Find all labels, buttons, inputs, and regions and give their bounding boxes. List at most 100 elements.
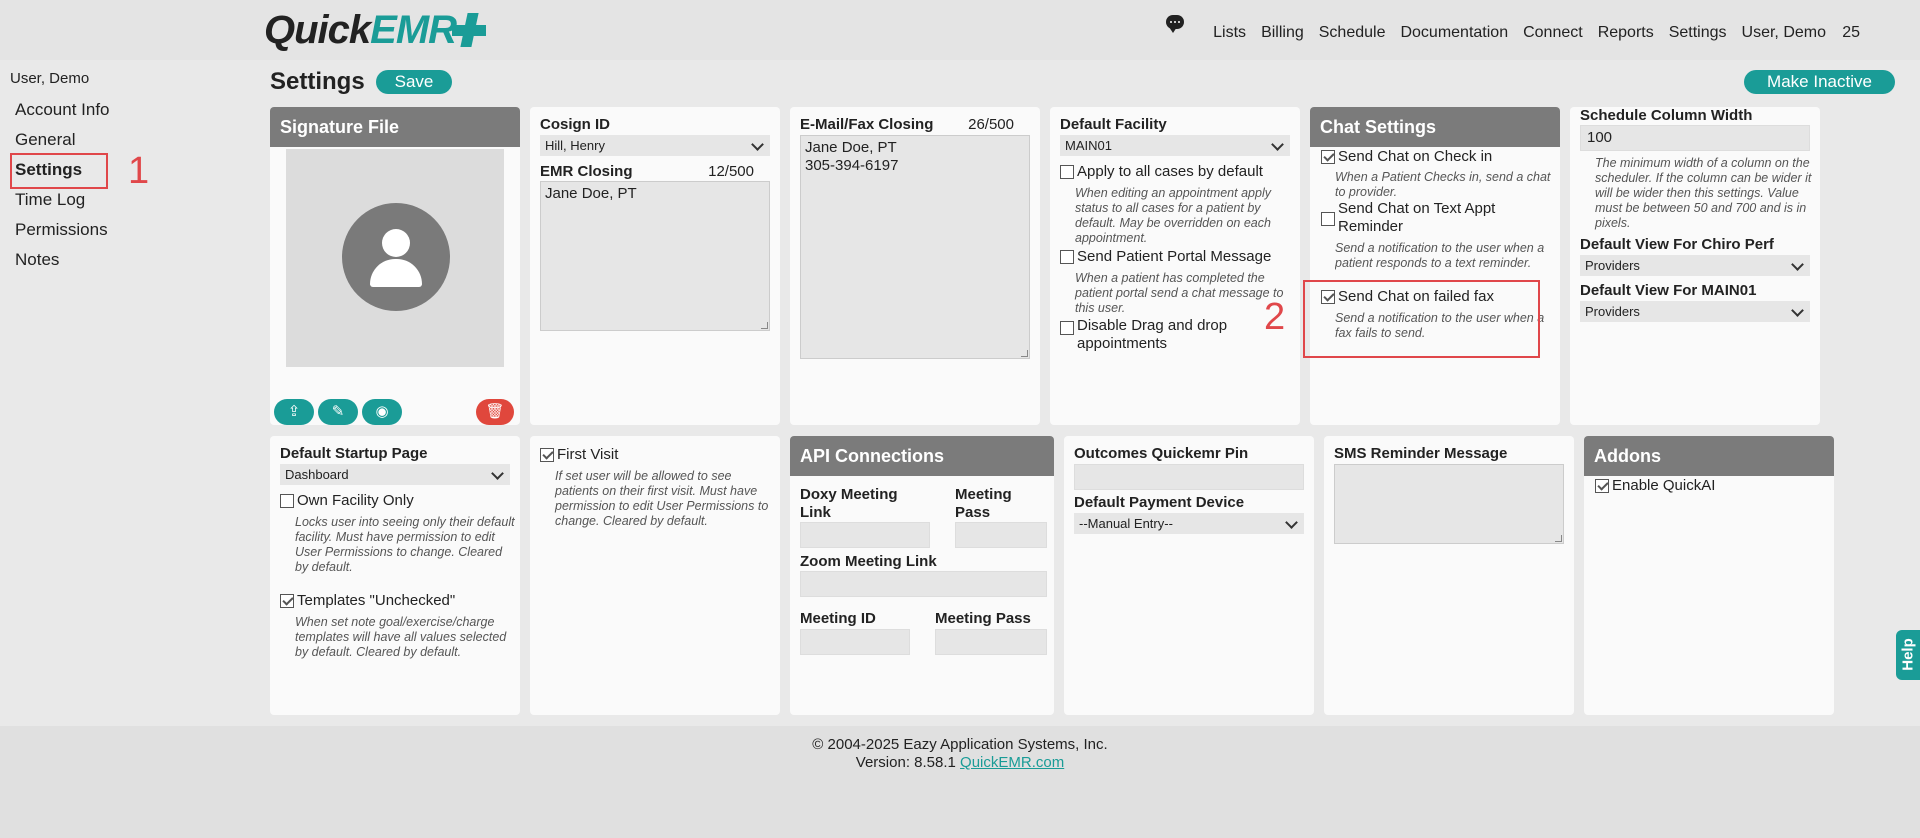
- chat-on-checkin-hint: When a Patient Checks in, send a chat to…: [1335, 170, 1551, 199]
- send-portal-message-hint: When a patient has completed the patient…: [1075, 271, 1284, 315]
- default-facility-select[interactable]: MAIN01: [1060, 135, 1290, 156]
- meeting-pass-input[interactable]: [935, 629, 1047, 655]
- cosign-panel: Cosign ID Hill, Henry EMR Closing 12/500…: [530, 107, 780, 425]
- sidebar-item-account-info[interactable]: Account Info: [15, 100, 110, 130]
- help-label: Help: [1899, 638, 1917, 671]
- email-fax-closing-count: 26/500: [968, 116, 1014, 133]
- disable-drag-drop-label: Disable Drag and drop appointments: [1077, 317, 1228, 352]
- payment-device-select[interactable]: --Manual Entry--: [1074, 513, 1304, 534]
- meeting-id-label: Meeting ID: [800, 610, 876, 627]
- nav-count-badge[interactable]: 25: [1842, 24, 1860, 42]
- logo-plus-icon: [452, 13, 487, 47]
- api-connections-panel: API Connections Doxy Meeting Link Meetin…: [790, 436, 1054, 715]
- chiro-perf-view-label: Default View For Chiro Perf: [1580, 236, 1774, 253]
- sms-reminder-textarea[interactable]: [1334, 464, 1564, 544]
- save-button[interactable]: Save: [376, 70, 452, 94]
- default-startup-page-select[interactable]: Dashboard: [280, 464, 510, 485]
- sms-reminder-label: SMS Reminder Message: [1334, 445, 1508, 462]
- chat-on-text-reminder-hint: Send a notification to the user when a p…: [1335, 241, 1545, 270]
- startup-panel: Default Startup Page Dashboard Own Facil…: [270, 436, 520, 715]
- enable-quickai-label: Enable QuickAI: [1612, 477, 1716, 494]
- upload-signature-button[interactable]: ⇪: [274, 399, 314, 425]
- schedule-column-width-label: Schedule Column Width: [1580, 107, 1753, 124]
- nav-connect[interactable]: Connect: [1523, 24, 1583, 42]
- templates-unchecked-hint: When set note goal/exercise/charge templ…: [295, 615, 507, 659]
- sidebar-item-permissions[interactable]: Permissions: [15, 220, 110, 250]
- sidebar-item-time-log[interactable]: Time Log: [15, 190, 110, 220]
- nav-settings[interactable]: Settings: [1669, 24, 1727, 42]
- schedule-column-width-hint: The minimum width of a column on the sch…: [1595, 156, 1812, 230]
- nav-reports[interactable]: Reports: [1598, 24, 1654, 42]
- schedule-column-width-input[interactable]: 100: [1580, 125, 1810, 151]
- first-visit-hint: If set user will be allowed to see patie…: [555, 469, 769, 528]
- footer-version-line: Version: 8.58.1 QuickEMR.com: [0, 754, 1920, 771]
- sidebar-user-name: User, Demo: [10, 70, 90, 87]
- page-title: Settings: [270, 68, 365, 95]
- sidebar-menu: Account Info General Settings Time Log P…: [15, 100, 110, 280]
- disable-drag-drop-checkbox[interactable]: [1060, 321, 1074, 335]
- delete-signature-button[interactable]: 🗑: [476, 399, 514, 425]
- apply-all-cases-label: Apply to all cases by default: [1077, 163, 1263, 180]
- default-facility-label: Default Facility: [1060, 116, 1167, 133]
- email-fax-closing-textarea[interactable]: Jane Doe, PT 305-394-6197: [800, 135, 1030, 359]
- emr-closing-textarea[interactable]: Jane Doe, PT: [540, 181, 770, 331]
- main01-view-select[interactable]: Providers: [1580, 301, 1810, 322]
- email-fax-closing-label: E-Mail/Fax Closing: [800, 116, 934, 133]
- cosign-select[interactable]: Hill, Henry: [540, 135, 770, 156]
- templates-unchecked-label: Templates "Unchecked": [297, 592, 456, 609]
- signature-panel-title: Signature File: [270, 107, 520, 147]
- meeting-pass-label: Meeting Pass: [935, 610, 1031, 627]
- send-portal-message-label: Send Patient Portal Message: [1077, 248, 1272, 265]
- chat-on-checkin-checkbox[interactable]: [1321, 150, 1335, 164]
- annotation-number-1: 1: [128, 150, 150, 192]
- signature-panel: Signature File ⇪ ✎ ◉ 🗑: [270, 107, 520, 425]
- footer-copyright: © 2004-2025 Eazy Application Systems, In…: [812, 736, 1108, 753]
- chat-on-checkin-label: Send Chat on Check in: [1338, 148, 1493, 165]
- send-portal-message-checkbox[interactable]: [1060, 250, 1074, 264]
- own-facility-only-hint: Locks user into seeing only their defaul…: [295, 515, 515, 574]
- chat-settings-title: Chat Settings: [1310, 107, 1560, 147]
- first-visit-checkbox[interactable]: [540, 448, 554, 462]
- annotation-number-2: 2: [1264, 296, 1286, 338]
- zoom-meeting-link-input[interactable]: [800, 571, 1047, 597]
- camera-signature-button[interactable]: ◉: [362, 399, 402, 425]
- chat-icon[interactable]: [1166, 15, 1184, 33]
- own-facility-only-label: Own Facility Only: [297, 492, 414, 509]
- chiro-perf-view-select[interactable]: Providers: [1580, 255, 1810, 276]
- nav-user-menu[interactable]: User, Demo: [1742, 24, 1826, 42]
- doxy-meeting-link-input[interactable]: [800, 522, 930, 548]
- nav-billing[interactable]: Billing: [1261, 24, 1304, 42]
- templates-unchecked-checkbox[interactable]: [280, 594, 294, 608]
- help-tab[interactable]: Help: [1896, 630, 1920, 680]
- top-header: QuickEMR Lists Billing Schedule Document…: [0, 0, 1920, 60]
- own-facility-only-checkbox[interactable]: [280, 494, 294, 508]
- chat-on-text-reminder-label: Send Chat on Text Appt Reminder: [1338, 200, 1496, 235]
- nav-documentation[interactable]: Documentation: [1400, 24, 1508, 42]
- nav-lists[interactable]: Lists: [1213, 24, 1246, 42]
- main-nav: Lists Billing Schedule Documentation Con…: [1213, 24, 1860, 42]
- doxy-meeting-link-label: Doxy Meeting Link: [800, 486, 898, 521]
- first-visit-label: First Visit: [557, 446, 619, 463]
- footer-quickemr-link[interactable]: QuickEMR.com: [960, 754, 1064, 771]
- apply-all-cases-checkbox[interactable]: [1060, 165, 1074, 179]
- make-inactive-button[interactable]: Make Inactive: [1744, 70, 1895, 94]
- outcomes-panel: Outcomes Quickemr Pin Default Payment De…: [1064, 436, 1314, 715]
- signature-area[interactable]: [286, 149, 504, 367]
- sidebar-item-notes[interactable]: Notes: [15, 250, 110, 280]
- emr-closing-label: EMR Closing: [540, 163, 633, 180]
- outcomes-pin-input[interactable]: [1074, 464, 1304, 490]
- draw-signature-button[interactable]: ✎: [318, 399, 358, 425]
- doxy-meeting-pass-input[interactable]: [955, 522, 1047, 548]
- default-startup-page-label: Default Startup Page: [280, 445, 428, 462]
- cosign-label: Cosign ID: [540, 116, 610, 133]
- nav-schedule[interactable]: Schedule: [1319, 24, 1386, 42]
- quickemr-logo[interactable]: QuickEMR: [264, 8, 487, 52]
- email-fax-panel: E-Mail/Fax Closing 26/500 Jane Doe, PT 3…: [790, 107, 1040, 425]
- chat-on-text-reminder-checkbox[interactable]: [1321, 212, 1335, 226]
- api-connections-title: API Connections: [790, 436, 1054, 476]
- doxy-meeting-pass-label: Meeting Pass: [955, 486, 1012, 521]
- enable-quickai-checkbox[interactable]: [1595, 479, 1609, 493]
- schedule-settings-panel: Schedule Column Width 100 The minimum wi…: [1570, 107, 1820, 425]
- zoom-meeting-link-label: Zoom Meeting Link: [800, 553, 937, 570]
- meeting-id-input[interactable]: [800, 629, 910, 655]
